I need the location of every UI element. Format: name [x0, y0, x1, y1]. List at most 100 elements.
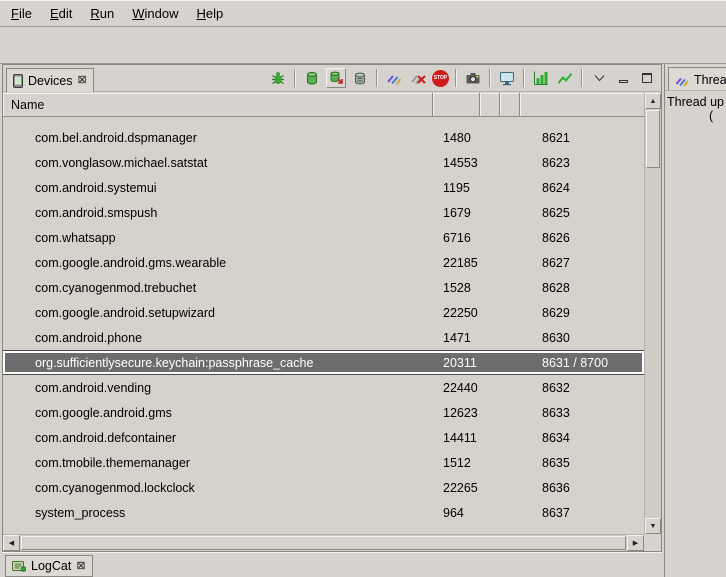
threads-view: Threads Thread up (: [664, 64, 726, 577]
tab-logcat[interactable]: LogCat ⊠: [5, 555, 93, 577]
process-name-cell: com.android.phone: [3, 331, 433, 345]
debug-icon[interactable]: [268, 68, 288, 88]
vertical-scrollbar[interactable]: ▲ ▼: [644, 93, 661, 534]
port-cell: 8635: [520, 456, 644, 470]
maximize-icon[interactable]: [637, 68, 657, 88]
pid-cell: 12623: [433, 406, 480, 420]
menu-edit[interactable]: Edit: [41, 1, 81, 26]
column-header-extra1[interactable]: [480, 93, 500, 116]
port-cell: 8631 / 8700: [520, 356, 644, 370]
tab-devices[interactable]: Devices ⊠: [6, 68, 94, 92]
column-header-extra2[interactable]: [500, 93, 520, 116]
toolbar-separator: [523, 69, 525, 87]
view-menu-icon[interactable]: [589, 68, 609, 88]
table-row[interactable]: com.cyanogenmod.trebuchet 1528 8628: [3, 275, 644, 300]
toolbar-separator: [294, 69, 296, 87]
pid-cell: 6716: [433, 231, 480, 245]
process-name-cell: com.cyanogenmod.trebuchet: [3, 281, 433, 295]
stop-process-icon[interactable]: STOP: [432, 70, 449, 87]
process-name-cell: com.bel.android.dspmanager: [3, 131, 433, 145]
minimize-icon[interactable]: [613, 68, 633, 88]
scroll-down-button[interactable]: ▼: [645, 518, 661, 534]
pid-cell: 964: [433, 506, 480, 520]
scroll-right-button[interactable]: ▶: [627, 535, 644, 551]
toolbar-separator: [581, 69, 583, 87]
table-row[interactable]: org.sufficientlysecure.keychain:passphra…: [3, 350, 644, 375]
table-row[interactable]: system_process 964 8637: [3, 500, 644, 525]
scrollbar-corner: [644, 534, 661, 551]
menu-file[interactable]: File: [2, 1, 41, 26]
toolbar-separator: [455, 69, 457, 87]
scroll-up-button[interactable]: ▲: [645, 93, 661, 109]
table-row[interactable]: com.google.android.gms 12623 8633: [3, 400, 644, 425]
table-row[interactable]: com.google.android.gms.wearable 22185 86…: [3, 250, 644, 275]
column-header-port[interactable]: [520, 93, 644, 116]
devices-toolbar: STOP: [268, 68, 661, 91]
tab-devices-label: Devices: [28, 74, 72, 88]
table-row[interactable]: com.android.smspush 1679 8625: [3, 200, 644, 225]
close-icon[interactable]: ⊠: [76, 561, 85, 572]
device-tab-icon: [13, 74, 23, 88]
dump-hprof-icon[interactable]: [326, 68, 346, 88]
process-name-cell: com.android.smspush: [3, 206, 433, 220]
process-name-cell: com.google.android.gms: [3, 406, 433, 420]
table-row[interactable]: com.vonglasow.michael.satstat 14553 8623: [3, 150, 644, 175]
horizontal-scroll-thumb[interactable]: [21, 536, 626, 550]
threads-message: Thread up (: [665, 91, 726, 123]
table-row[interactable]: com.android.defcontainer 14411 8634: [3, 425, 644, 450]
tab-threads[interactable]: Threads: [668, 67, 726, 91]
pid-cell: 1679: [433, 206, 480, 220]
update-heap-icon[interactable]: [302, 68, 322, 88]
stop-threads-icon[interactable]: [408, 68, 428, 88]
table-row[interactable]: com.google.android.setupwizard 22250 862…: [3, 300, 644, 325]
scroll-left-button[interactable]: ◀: [3, 535, 20, 551]
table-row[interactable]: com.whatsapp 6716 8626: [3, 225, 644, 250]
process-name-cell: com.vonglasow.michael.satstat: [3, 156, 433, 170]
threads-header: Threads: [665, 64, 726, 91]
pid-cell: 22250: [433, 306, 480, 320]
port-cell: 8628: [520, 281, 644, 295]
menu-run[interactable]: Run: [81, 1, 123, 26]
port-cell: 8636: [520, 481, 644, 495]
horizontal-scrollbar[interactable]: ◀ ▶: [3, 534, 644, 551]
pid-cell: 1528: [433, 281, 480, 295]
pid-cell: 14553: [433, 156, 480, 170]
method-profiling-icon[interactable]: [531, 68, 551, 88]
screen-capture-icon[interactable]: [463, 68, 483, 88]
tab-logcat-label: LogCat: [31, 559, 71, 573]
pid-cell: 1480: [433, 131, 480, 145]
column-header-name[interactable]: Name: [3, 93, 433, 116]
screen-record-icon[interactable]: [497, 68, 517, 88]
threads-message-line1: Thread up: [667, 95, 726, 109]
cause-gc-icon[interactable]: [350, 68, 370, 88]
devices-view: Devices ⊠: [2, 64, 662, 552]
port-cell: 8625: [520, 206, 644, 220]
main-area: Devices ⊠: [0, 64, 726, 577]
vertical-scroll-thumb[interactable]: [646, 110, 660, 168]
table-row[interactable]: com.cyanogenmod.lockclock 22265 8636: [3, 475, 644, 500]
column-header-pid[interactable]: [433, 93, 480, 116]
table-row[interactable]: com.android.vending 22440 8632: [3, 375, 644, 400]
process-name-cell: system_process: [3, 506, 433, 520]
port-cell: 8630: [520, 331, 644, 345]
table-row[interactable]: com.bel.android.dspmanager 1480 8621: [3, 125, 644, 150]
process-name-cell: com.tmobile.thememanager: [3, 456, 433, 470]
vertical-scroll-track[interactable]: [645, 109, 661, 518]
logcat-tab-icon: [12, 560, 26, 572]
process-name-cell: com.android.vending: [3, 381, 433, 395]
table-row[interactable]: com.android.phone 1471 8630: [3, 325, 644, 350]
update-threads-icon[interactable]: [384, 68, 404, 88]
process-name-cell: com.android.systemui: [3, 181, 433, 195]
port-cell: 8623: [520, 156, 644, 170]
network-stats-icon[interactable]: [555, 68, 575, 88]
table-header-row: Name: [3, 93, 644, 117]
table-row[interactable]: com.tmobile.thememanager 1512 8635: [3, 450, 644, 475]
menu-help[interactable]: Help: [187, 1, 232, 26]
threads-message-line2: (: [709, 109, 726, 123]
process-name-cell: com.google.android.gms.wearable: [3, 256, 433, 270]
close-icon[interactable]: ⊠: [77, 75, 86, 86]
port-cell: 8633: [520, 406, 644, 420]
row-spacer: [3, 117, 644, 125]
menu-window[interactable]: Window: [123, 1, 187, 26]
table-row[interactable]: com.android.systemui 1195 8624: [3, 175, 644, 200]
